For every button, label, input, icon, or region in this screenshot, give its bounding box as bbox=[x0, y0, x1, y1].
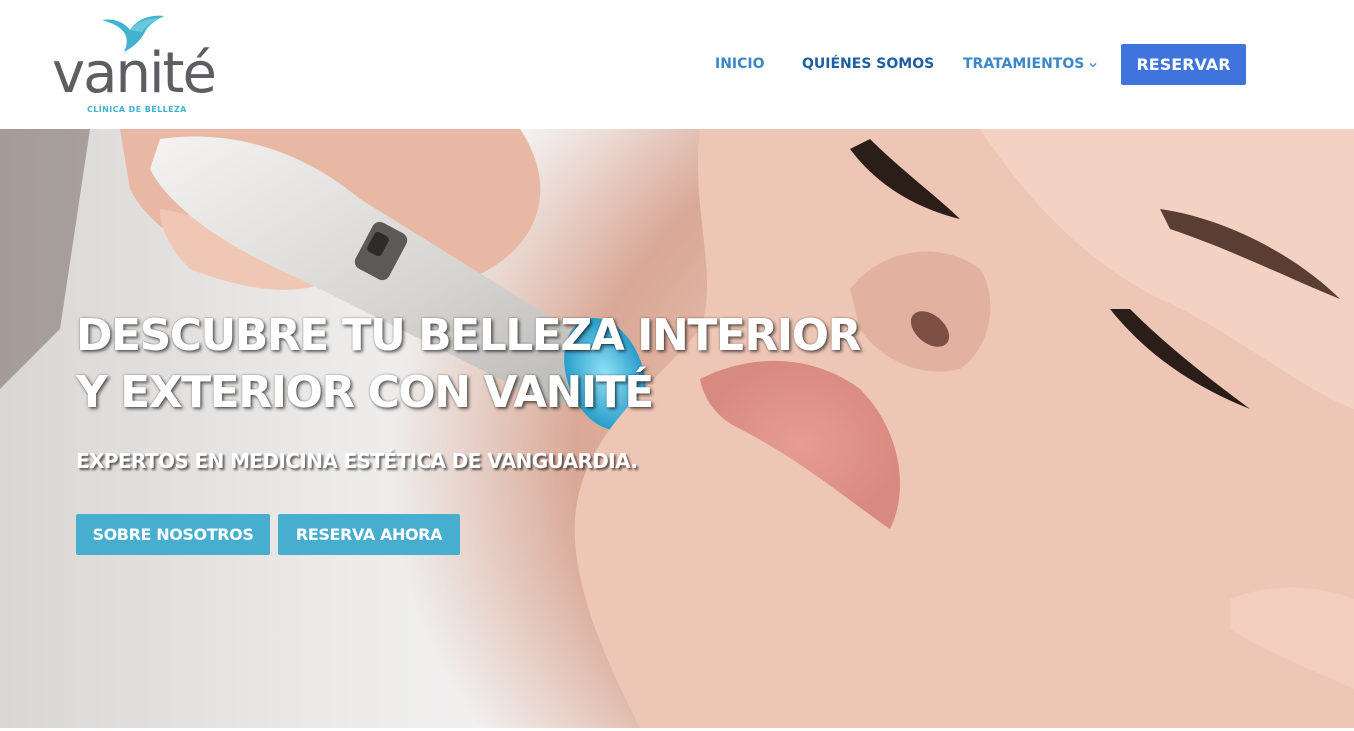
site-header: vanité CLÍNICA DE BELLEZA INICIO QUIÉNES… bbox=[0, 0, 1354, 129]
hero-title-line-1: DESCUBRE TU BELLEZA INTERIOR bbox=[76, 310, 861, 361]
reserva-ahora-button[interactable]: RESERVA AHORA bbox=[278, 514, 460, 555]
sobre-nosotros-button[interactable]: SOBRE NOSOTROS bbox=[76, 514, 270, 555]
nav-item-quienes-somos[interactable]: QUIÉNES SOMOS bbox=[802, 44, 934, 85]
logo-tagline: CLÍNICA DE BELLEZA bbox=[87, 105, 187, 114]
hero-title: DESCUBRE TU BELLEZA INTERIOR Y EXTERIOR … bbox=[76, 307, 896, 421]
hero-image bbox=[0, 129, 1354, 728]
main-nav: INICIO QUIÉNES SOMOS TRATAMIENTOS RESERV… bbox=[0, 44, 1354, 85]
chevron-down-icon[interactable] bbox=[1088, 60, 1098, 70]
nav-item-inicio[interactable]: INICIO bbox=[715, 44, 765, 85]
hero-banner: DESCUBRE TU BELLEZA INTERIOR Y EXTERIOR … bbox=[0, 129, 1354, 728]
reservar-button[interactable]: RESERVAR bbox=[1121, 44, 1246, 85]
hero-title-line-2: Y EXTERIOR CON VANITÉ bbox=[76, 367, 654, 418]
hero-subtitle: EXPERTOS EN MEDICINA ESTÉTICA DE VANGUAR… bbox=[76, 449, 638, 473]
nav-item-tratamientos[interactable]: TRATAMIENTOS bbox=[963, 44, 1084, 85]
